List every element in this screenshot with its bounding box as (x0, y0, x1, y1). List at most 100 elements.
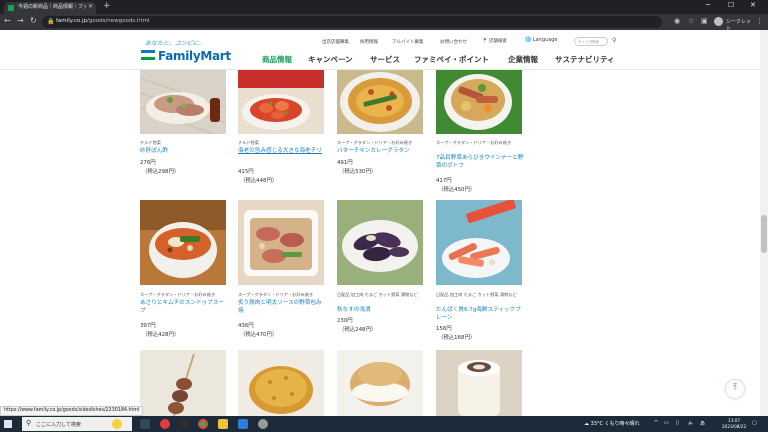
product-category: スープ・グラタン・ドリア・お好み焼き (238, 292, 314, 297)
windows-taskbar: ⚲ ここに入力して検索 ☁ 33°C くもり時々晴れ ^ ▭ ▯ 🔈 あ 13:… (0, 416, 768, 432)
battery-icon[interactable]: ▯ (676, 420, 679, 426)
cortana-mascot-icon[interactable] (112, 419, 122, 429)
address-url: family.co.jp/goods/newgoods.html (56, 18, 150, 24)
tagline: あなたと、コンビに、 (145, 40, 205, 47)
util-link-contact[interactable]: お問い合わせ (440, 39, 467, 45)
product-tax-price: （税込448円） (240, 178, 278, 184)
store-search-link[interactable]: 📍 店舗検索 (482, 38, 507, 44)
product-tax-price: （税込298円） (142, 169, 180, 175)
product-price: 156円 (436, 326, 452, 332)
globe-icon: 🌐 (525, 37, 532, 43)
product-name-link[interactable]: バターチキンカレーグラタン (337, 147, 425, 155)
tray-chevron-icon[interactable]: ^ (654, 420, 658, 426)
product-name-link[interactable]: 砂肝ぽん酢 (140, 147, 228, 155)
volume-icon[interactable]: 🔈 (688, 420, 694, 426)
product-category: 日配品 加工肉 たまご カット野菜 漬物など (436, 292, 517, 297)
close-window-icon[interactable]: ✕ (750, 1, 756, 9)
nav-products[interactable]: 商品情報 (262, 54, 292, 65)
product-tax-price: （税込248円） (339, 327, 377, 333)
tracking-eye-icon[interactable]: ◉ (674, 17, 680, 25)
product-image[interactable] (140, 350, 226, 416)
product-name-link[interactable]: 7品目野菜あらびきウインナーと野菜のポトフ (436, 154, 524, 170)
site-header: あなたと、コンビに、 FamilyMart 出店店舗募集 採用情報 アルバイト募… (0, 30, 760, 70)
nav-sustainability[interactable]: サステナビリティ (555, 54, 615, 65)
product-tax-price: （税込450円） (438, 187, 476, 193)
browser-tab-strip: 今週の新商品｜商品情報｜ファミ ✕ + ─ ☐ ✕ (0, 0, 768, 14)
back-to-top-button[interactable]: ⤒ (726, 380, 744, 398)
product-image[interactable] (436, 68, 522, 134)
taskbar-clock[interactable]: 13:07 2023/08/22 (722, 418, 746, 430)
product-name-link[interactable]: 炙り豚肉と明太ソースの野菜包み焼 (238, 299, 326, 315)
familymart-logo-text[interactable]: FamilyMart (158, 49, 231, 63)
product-name-link[interactable]: 海老の旨み感じる大きな海老チリ (238, 147, 326, 155)
app-dark-icon[interactable] (180, 419, 190, 429)
familymart-logo-icon[interactable] (141, 50, 155, 60)
search-icon[interactable]: ⚲ (612, 37, 616, 44)
browser-tab[interactable]: 今週の新商品｜商品情報｜ファミ ✕ (4, 2, 96, 14)
address-bar[interactable]: 🔒 family.co.jp/goods/newgoods.html (42, 16, 662, 28)
browser-toolbar: ← → ↻ 🔒 family.co.jp/goods/newgoods.html… (0, 14, 768, 32)
settings-gear-icon[interactable] (258, 419, 268, 429)
product-price: 417円 (436, 178, 452, 184)
product-name-link[interactable]: あさりとキムチのスンドゥブスープ (140, 299, 228, 315)
app-red-icon[interactable] (160, 419, 170, 429)
task-view-icon[interactable] (140, 419, 150, 429)
nav-campaign[interactable]: キャンペーン (308, 54, 353, 65)
maximize-icon[interactable]: ☐ (728, 1, 734, 9)
product-image[interactable] (337, 68, 423, 134)
product-price: 230円 (337, 318, 353, 324)
notifications-icon[interactable]: ▢ (752, 420, 757, 426)
page-scrollbar[interactable] (760, 30, 768, 416)
product-category: スープ・グラタン・ドリア・お好み焼き (436, 140, 512, 145)
product-image[interactable] (337, 350, 423, 416)
file-explorer-icon[interactable] (218, 419, 228, 429)
util-link-careers[interactable]: 採用情報 (360, 39, 378, 45)
forward-icon[interactable]: → (17, 16, 24, 25)
product-name-link[interactable]: 秋なすの浅漬 (337, 306, 425, 314)
link-status-url: https://www.family.co.jp/goods/sidedishe… (0, 406, 144, 416)
taskbar-search-placeholder: ここに入力して検索 (36, 422, 81, 428)
windows-start-icon[interactable] (4, 420, 12, 428)
reload-icon[interactable]: ↻ (30, 16, 37, 25)
product-image[interactable] (238, 350, 324, 416)
site-search-input[interactable]: サイト内検索 (574, 37, 608, 46)
product-image[interactable] (436, 200, 522, 285)
product-image[interactable] (337, 200, 423, 285)
product-category: スープ・グラタン・ドリア・お好み焼き (140, 292, 216, 297)
language-selector[interactable]: 🌐 Language (525, 37, 558, 43)
product-category: スープ・グラタン・ドリア・お好み焼き (337, 140, 413, 145)
product-price: 491円 (337, 160, 353, 166)
search-icon: ⚲ (26, 419, 32, 427)
ime-icon[interactable]: あ (700, 420, 705, 427)
mail-icon[interactable] (238, 419, 248, 429)
nav-service[interactable]: サービス (370, 54, 400, 65)
back-icon[interactable]: ← (4, 16, 11, 25)
product-image[interactable] (238, 200, 324, 285)
product-category: チルド惣菜 (238, 140, 259, 145)
util-link-parttime[interactable]: アルバイト募集 (392, 39, 423, 45)
nav-famipay-point[interactable]: ファミペイ・ポイント (414, 54, 489, 65)
product-name-link[interactable]: たんぱく質6.7g海鮮スティックプレーン (436, 306, 524, 322)
util-link-store-recruit[interactable]: 出店店舗募集 (322, 39, 349, 45)
weather-cloud-icon: ☁ (584, 421, 589, 427)
product-image[interactable] (436, 350, 522, 416)
tab-close-icon[interactable]: ✕ (88, 3, 93, 10)
product-price: 276円 (140, 160, 156, 166)
product-image[interactable] (238, 68, 324, 134)
incognito-badge[interactable]: シークレット (714, 16, 754, 32)
side-panel-icon[interactable]: ▣ (701, 17, 708, 25)
product-image[interactable] (140, 200, 226, 285)
chrome-icon[interactable] (198, 419, 208, 429)
menu-kebab-icon[interactable]: ⋮ (756, 17, 763, 25)
minimize-icon[interactable]: ─ (706, 1, 710, 9)
product-tax-price: （税込470円） (240, 332, 278, 338)
network-icon[interactable]: ▭ (664, 420, 669, 426)
bookmark-star-icon[interactable]: ☆ (688, 17, 694, 25)
new-tab-button[interactable]: + (103, 1, 111, 11)
clock-date: 2023/08/22 (722, 424, 747, 429)
scrollbar-thumb[interactable] (761, 215, 767, 253)
nav-corporate[interactable]: 企業情報 (508, 54, 538, 65)
location-pin-icon: 📍 (482, 39, 488, 44)
product-image[interactable] (140, 68, 226, 134)
weather-widget[interactable]: ☁ 33°C くもり時々晴れ (584, 420, 640, 427)
